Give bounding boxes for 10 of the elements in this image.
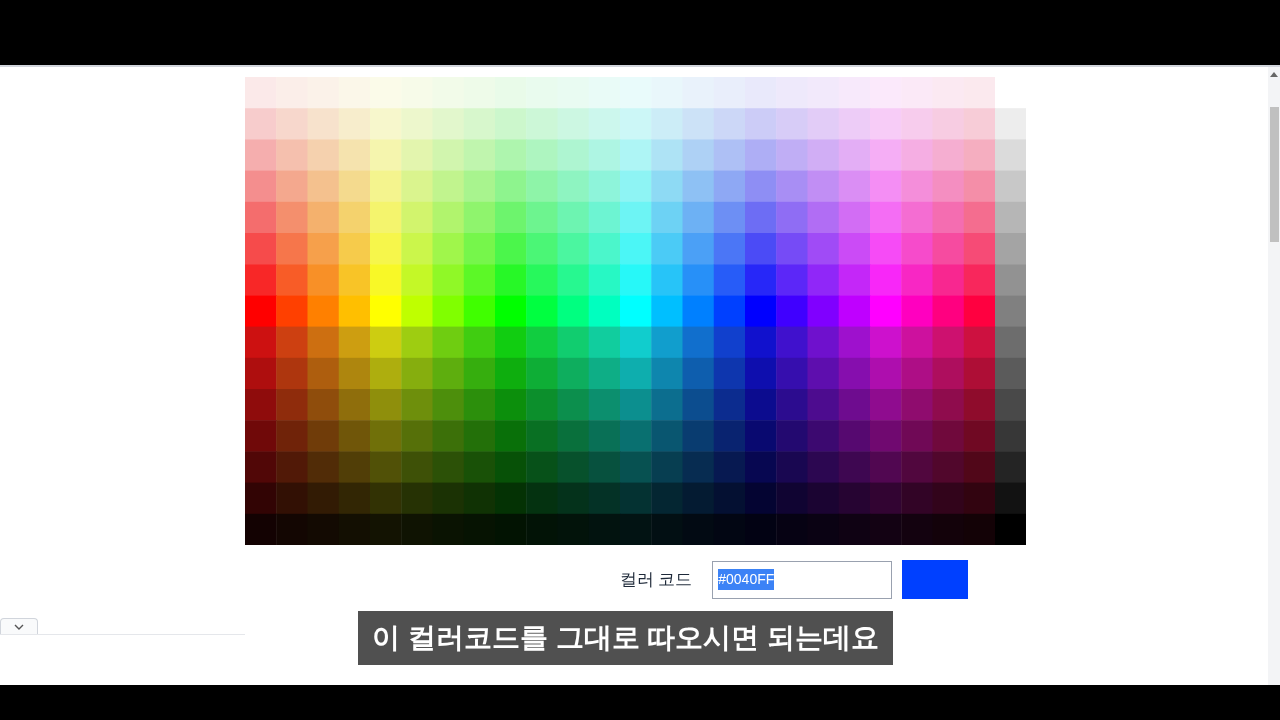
collapse-tab[interactable] [0, 618, 38, 634]
scrollbar-thumb[interactable] [1269, 107, 1279, 242]
color-code-field[interactable]: #0040FF [712, 560, 893, 599]
video-caption: 이 컬러코드를 그대로 따오시면 되는데요 [358, 611, 894, 665]
scrollbar[interactable] [1268, 67, 1280, 685]
color-code-label: 컬러 코드 [619, 568, 693, 591]
chevron-down-icon [14, 623, 24, 630]
color-preview-swatch [902, 560, 969, 599]
color-palette-drawing[interactable] [245, 77, 1027, 545]
scroll-up-icon[interactable] [1270, 72, 1278, 77]
